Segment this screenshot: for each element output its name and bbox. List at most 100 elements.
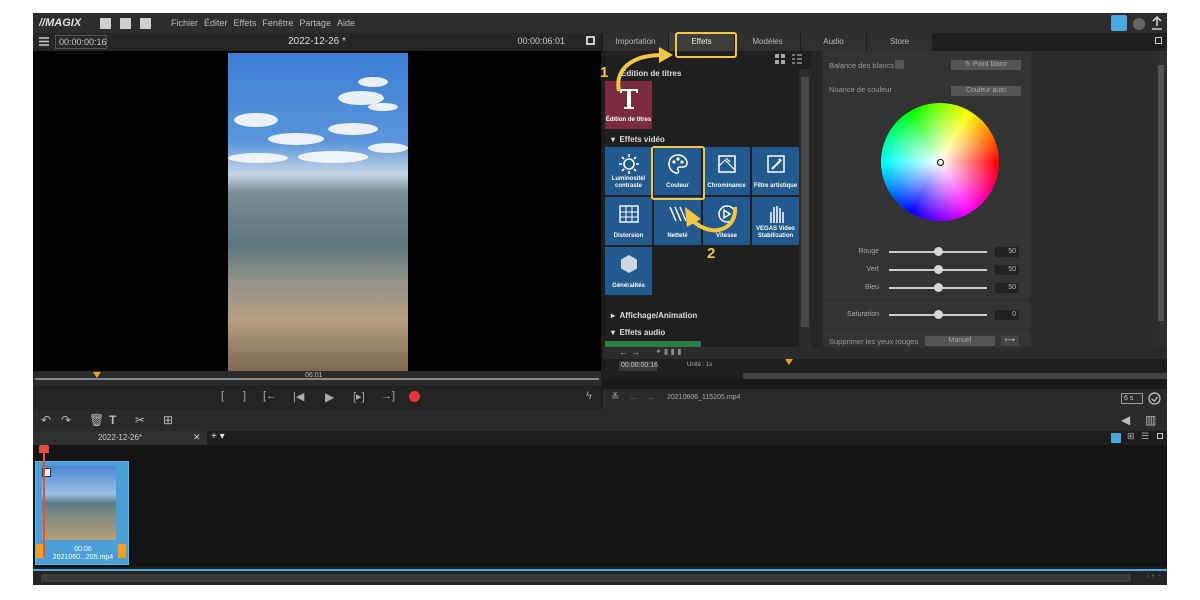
close-tab-icon[interactable]: ✕ <box>193 432 201 443</box>
arrow-right-icon[interactable]: → <box>631 347 640 357</box>
tab-audio[interactable]: Audio <box>801 33 867 51</box>
white-balance-checkbox[interactable] <box>895 60 904 69</box>
main-menu: Fichier Éditer Effets Fenêtre Partage Ai… <box>165 18 355 28</box>
list-view-icon[interactable] <box>792 54 802 64</box>
go-to-mark-in-button[interactable]: [← <box>263 390 277 402</box>
magix-logo: //MAGIX <box>39 17 82 29</box>
volume-icon[interactable]: ◀ <box>1121 413 1130 427</box>
back-arrow-icon[interactable]: ← <box>629 392 639 403</box>
mark-in-button[interactable]: [ <box>221 390 224 402</box>
forward-arrow-icon[interactable]: → <box>645 392 655 403</box>
auto-color-button[interactable]: Couleur auto <box>951 86 1021 96</box>
keyframe-tools-icon[interactable]: ✦ ▮ ▮ ▮ <box>655 347 682 356</box>
zoom-controls-icon[interactable]: › + − <box>1147 573 1161 580</box>
wheel-handle[interactable] <box>937 159 944 166</box>
clock-icon[interactable] <box>1148 392 1161 405</box>
slider-knob[interactable] <box>934 283 943 292</box>
category-audio-effects[interactable]: ▾ Effets audio <box>603 326 799 339</box>
play-icon[interactable]: ▶ <box>325 390 334 404</box>
slider-knob[interactable] <box>934 265 943 274</box>
blue-slider[interactable] <box>889 283 987 292</box>
tile-distortion[interactable]: Distorsion <box>605 197 652 245</box>
maximize-icon[interactable] <box>586 36 595 45</box>
timeline-scrollbar[interactable]: › + − <box>33 571 1167 585</box>
record-button[interactable] <box>409 391 420 402</box>
insert-mode-icon[interactable]: ⊞ <box>163 413 173 427</box>
scroll-thumb[interactable] <box>1158 65 1164 321</box>
preview-header: 00:00:00:16 2022-12-26 * 00:00:06:01 <box>33 33 601 51</box>
mixer-icon[interactable]: ▥ <box>1145 413 1156 427</box>
skip-back-icon[interactable]: |◀ <box>293 390 304 403</box>
category-label: Effets audio <box>619 328 666 337</box>
settings-circle-icon[interactable] <box>1133 18 1145 30</box>
view-mode-timeline-icon[interactable]: ☰ <box>1141 431 1149 442</box>
collapse-icon[interactable]: ≚ <box>611 392 619 403</box>
saturation-value[interactable]: 0 <box>995 310 1019 320</box>
upload-icon[interactable] <box>1151 16 1163 30</box>
maximize-icon[interactable] <box>1157 433 1163 439</box>
menu-fichier[interactable]: Fichier <box>171 18 198 28</box>
grid-view-icon[interactable] <box>775 54 785 64</box>
tile-general[interactable]: Généralités <box>605 247 652 295</box>
red-value[interactable]: 50 <box>995 247 1019 257</box>
category-display-animation[interactable]: ▸ Affichage/Animation <box>603 309 799 322</box>
keyframe-playhead[interactable] <box>785 359 793 365</box>
blue-value[interactable]: 50 <box>995 283 1019 293</box>
magix-app-window: //MAGIX Fichier Éditer Effets Fenêtre Pa… <box>33 13 1167 585</box>
expand-button[interactable]: ⟼ <box>1001 336 1019 346</box>
menu-partage[interactable]: Partage <box>299 18 331 28</box>
category-label: Effets vidéo <box>619 135 665 144</box>
go-to-mark-out-button[interactable]: →] <box>381 390 395 402</box>
menu-aide[interactable]: Aide <box>337 18 355 28</box>
red-eye-manual-button[interactable]: Manuel <box>925 336 995 346</box>
menu-fenetre[interactable]: Fenêtre <box>262 18 293 28</box>
tab-modeles[interactable]: Modèles <box>735 33 801 51</box>
preview-scrubber[interactable]: 06:01 <box>33 371 601 385</box>
redo-icon[interactable]: ↷ <box>61 413 71 427</box>
unit-label: Unité : 1s <box>687 362 713 368</box>
delete-icon[interactable]: 🗑 <box>89 413 104 427</box>
playhead-marker[interactable] <box>93 372 101 378</box>
effects-scrollbar[interactable] <box>799 69 811 347</box>
color-wheel[interactable] <box>881 103 999 221</box>
save-icon[interactable] <box>140 17 151 29</box>
scroll-thumb[interactable] <box>801 77 809 327</box>
mark-out-button[interactable]: ] <box>243 390 246 402</box>
tab-store[interactable]: Store <box>867 33 933 51</box>
white-point-button[interactable]: ✎ Point blanc <box>951 60 1021 70</box>
view-mode-storyboard-icon[interactable] <box>1111 433 1121 443</box>
tile-brightness-contrast[interactable]: Luminosité/ contraste <box>605 147 652 195</box>
zoom-level-box[interactable]: 6 s <box>1121 393 1143 404</box>
cut-icon[interactable]: ✂ <box>135 413 145 427</box>
keyframe-timecode[interactable]: 00:00:00:16 <box>619 361 658 371</box>
maximize-icon[interactable] <box>1155 37 1162 44</box>
add-tab-icon[interactable]: + ▾ <box>211 431 225 442</box>
green-value[interactable]: 50 <box>995 265 1019 275</box>
undo-icon[interactable]: ↶ <box>41 413 51 427</box>
storyboard-area[interactable]: 00:06 2021060...205.mp4 <box>33 445 1167 571</box>
red-slider[interactable] <box>889 247 987 256</box>
saturation-slider[interactable] <box>889 310 987 319</box>
open-folder-icon[interactable] <box>120 17 131 29</box>
tile-vegas-stabilization[interactable]: VEGAS Video Stabilization <box>752 197 799 245</box>
next-marker-button[interactable]: [▸] <box>353 390 365 403</box>
video-clip[interactable]: 00:06 2021060...205.mp4 <box>35 461 129 565</box>
green-slider[interactable] <box>889 265 987 274</box>
mode-icon[interactable] <box>1111 15 1127 31</box>
menu-editer[interactable]: Éditer <box>204 18 228 28</box>
clip-duration: 00:06 <box>74 546 92 553</box>
scroll-thumb[interactable] <box>41 574 1131 582</box>
lightning-icon[interactable]: ϟ <box>586 390 592 402</box>
inspector-scrollbar[interactable] <box>1155 51 1167 347</box>
view-mode-scene-icon[interactable]: ⊞ <box>1127 431 1135 442</box>
menu-effets[interactable]: Effets <box>234 18 257 28</box>
tile-artistic-filter[interactable]: Filtre artistique <box>752 147 799 195</box>
timeline-playhead[interactable] <box>43 445 45 557</box>
project-tab[interactable]: 2022-12-26* <box>33 431 207 445</box>
arrow-left-icon[interactable]: ← <box>619 347 628 357</box>
slider-knob[interactable] <box>934 247 943 256</box>
text-icon[interactable]: T <box>109 413 116 427</box>
slider-knob[interactable] <box>934 310 943 319</box>
new-file-icon[interactable] <box>100 17 111 29</box>
category-video-effects[interactable]: ▾ Effets vidéo <box>603 133 799 146</box>
